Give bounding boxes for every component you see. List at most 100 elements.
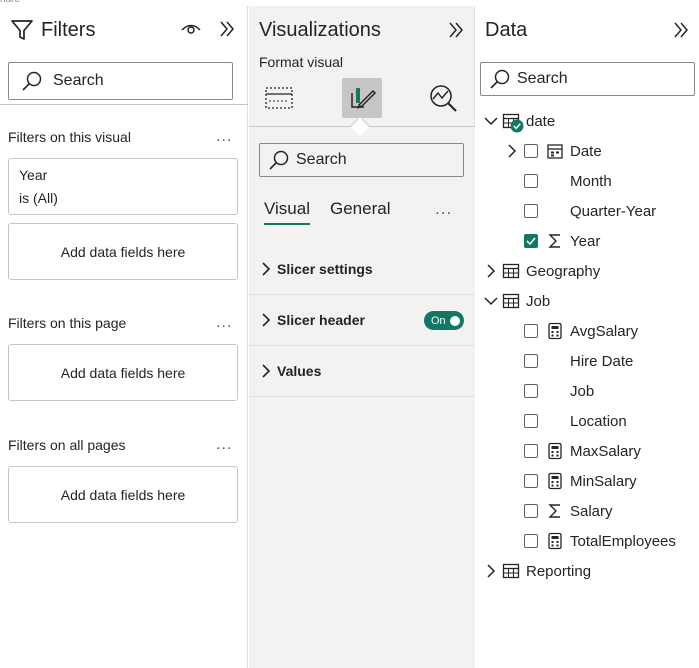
checkbox[interactable]: [524, 324, 538, 338]
filters-on-visual-more-button[interactable]: ...: [216, 128, 232, 146]
calculator-icon: [546, 472, 564, 490]
data-pane: Data Search date Date Month Quarter-Year Yea…: [476, 6, 699, 668]
section-label: Slicer settings: [277, 261, 373, 277]
format-visual-icon[interactable]: [342, 78, 382, 118]
filter-field-name: Year: [19, 167, 48, 183]
field-row[interactable]: Location: [476, 406, 699, 436]
visualizations-title: Visualizations: [259, 19, 381, 41]
chevron-right-icon[interactable]: [505, 144, 519, 158]
tab-general[interactable]: General: [330, 199, 390, 225]
checkbox[interactable]: [524, 144, 538, 158]
chevron-down-icon[interactable]: [484, 294, 498, 308]
field-row[interactable]: Job: [476, 376, 699, 406]
table-icon: [502, 262, 520, 280]
collapse-visualizations-icon[interactable]: [445, 19, 467, 41]
table-row[interactable]: date: [476, 106, 699, 136]
calendar-hierarchy-icon: [546, 142, 564, 160]
section-label: Slicer header: [277, 312, 365, 328]
table-row[interactable]: Job: [476, 286, 699, 316]
field-name: Job: [570, 382, 595, 400]
field-row[interactable]: Year: [476, 226, 699, 256]
field-name: TotalEmployees: [570, 532, 676, 550]
chevron-down-icon[interactable]: [484, 114, 498, 128]
section-label: Values: [277, 363, 322, 379]
chevron-right-icon[interactable]: [484, 264, 498, 278]
section-slicer-settings[interactable]: Slicer settings: [249, 244, 475, 295]
chevron-right-icon: [262, 262, 271, 276]
table-icon: [502, 292, 520, 310]
table-name: Geography: [526, 262, 601, 280]
search-icon: [22, 71, 42, 91]
format-visual-label: Format visual: [259, 54, 344, 70]
year-filter-card[interactable]: Year is (All): [8, 158, 238, 215]
sigma-icon: [546, 502, 564, 520]
all-pages-filters-dropzone[interactable]: Add data fields here: [8, 466, 238, 523]
field-name: Year: [570, 232, 601, 250]
table-row[interactable]: Geography: [476, 256, 699, 286]
data-search-input[interactable]: Search: [480, 62, 695, 96]
filters-search-input[interactable]: Search: [8, 62, 233, 100]
checkbox[interactable]: [524, 474, 538, 488]
slicer-header-toggle[interactable]: On: [424, 311, 464, 330]
build-visual-icon[interactable]: [259, 78, 299, 118]
checkbox[interactable]: [524, 504, 538, 518]
format-tabs: Visual General: [264, 199, 390, 225]
field-name: Date: [570, 142, 602, 160]
cropped-label: nare: [0, 0, 20, 5]
tab-visual[interactable]: Visual: [264, 199, 310, 225]
field-row[interactable]: Date: [476, 136, 699, 166]
filters-on-all-pages-more-button[interactable]: ...: [216, 436, 232, 454]
checkbox[interactable]: [524, 354, 538, 368]
table-icon: [502, 562, 520, 580]
eye-icon[interactable]: [180, 18, 202, 40]
filters-pane: Filters Search Filters on this visual ..…: [0, 6, 248, 668]
field-row[interactable]: Salary: [476, 496, 699, 526]
toggle-knob: [450, 315, 460, 326]
checkbox[interactable]: [524, 174, 538, 188]
filters-on-page-title: Filters on this page: [8, 315, 127, 331]
tabs-more-button[interactable]: ...: [435, 199, 452, 219]
field-row[interactable]: MinSalary: [476, 466, 699, 496]
field-row[interactable]: Month: [476, 166, 699, 196]
field-name: AvgSalary: [570, 322, 639, 340]
chevron-right-icon[interactable]: [484, 564, 498, 578]
section-values[interactable]: Values: [249, 346, 475, 397]
search-icon: [269, 150, 289, 170]
filters-search-placeholder: Search: [53, 72, 104, 89]
field-name: Salary: [570, 502, 613, 520]
checkbox[interactable]: [524, 534, 538, 548]
page-filters-dropzone[interactable]: Add data fields here: [8, 344, 238, 401]
checkbox[interactable]: [524, 414, 538, 428]
field-row[interactable]: Hire Date: [476, 346, 699, 376]
filters-title: Filters: [41, 18, 96, 41]
checkbox-checked[interactable]: [524, 234, 538, 248]
toggle-label: On: [431, 314, 446, 327]
field-row[interactable]: MaxSalary: [476, 436, 699, 466]
table-name: date: [526, 112, 556, 130]
filters-on-page-more-button[interactable]: ...: [216, 314, 232, 332]
visualizations-search-input[interactable]: Search: [259, 143, 464, 177]
field-row[interactable]: Quarter-Year: [476, 196, 699, 226]
visual-filters-dropzone[interactable]: Add data fields here: [8, 223, 238, 280]
table-row[interactable]: Reporting: [476, 556, 699, 586]
field-name: Hire Date: [570, 352, 634, 370]
analytics-icon[interactable]: [423, 78, 463, 118]
checkbox[interactable]: [524, 204, 538, 218]
collapse-filters-icon[interactable]: [216, 18, 238, 40]
checkbox[interactable]: [524, 444, 538, 458]
field-row[interactable]: TotalEmployees: [476, 526, 699, 556]
chevron-right-icon: [262, 313, 271, 327]
funnel-icon: [11, 20, 33, 40]
data-title: Data: [485, 19, 528, 41]
filters-header: Filters: [10, 18, 95, 42]
filter-field-state: is (All): [19, 190, 58, 206]
field-row[interactable]: AvgSalary: [476, 316, 699, 346]
field-name: Location: [570, 412, 627, 430]
visualizations-search-placeholder: Search: [296, 151, 347, 168]
field-name: Month: [570, 172, 612, 190]
filters-on-visual-title: Filters on this visual: [8, 129, 131, 145]
data-search-placeholder: Search: [517, 70, 568, 87]
collapse-data-icon[interactable]: [670, 19, 692, 41]
checkbox[interactable]: [524, 384, 538, 398]
section-slicer-header[interactable]: Slicer header On: [249, 295, 475, 346]
